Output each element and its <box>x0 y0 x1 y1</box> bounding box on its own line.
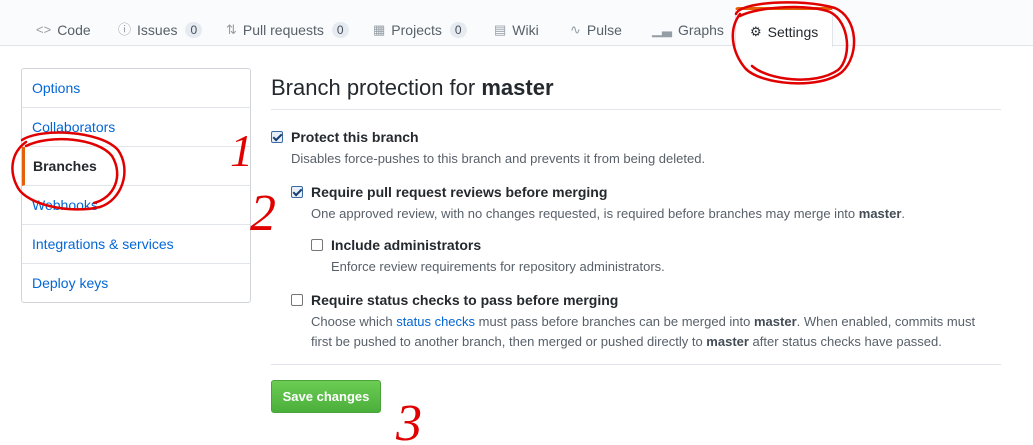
status-checks-link[interactable]: status checks <box>396 314 475 329</box>
pull-request-icon: ⇅ <box>226 22 237 37</box>
require-reviews-checkbox[interactable] <box>291 186 303 198</box>
tab-settings[interactable]: ⚙ Settings <box>735 7 834 47</box>
status-checks-option: Require status checks to pass before mer… <box>291 292 981 352</box>
include-admins-note: Enforce review requirements for reposito… <box>331 259 665 274</box>
note-text: . <box>901 206 906 221</box>
note-branch: master <box>753 314 797 329</box>
divider <box>271 364 1001 365</box>
sidebar-item-options[interactable]: Options <box>22 69 250 108</box>
note-text: after status checks have passed. <box>748 334 942 349</box>
tab-pull-requests[interactable]: ⇅ Pull requests 0 <box>226 0 349 46</box>
issue-icon: ⓘ <box>118 22 132 37</box>
annotation-number-3: 3 <box>395 395 422 445</box>
code-icon: <> <box>36 22 52 37</box>
settings-sidebar: Options Collaborators Branches Webhooks … <box>21 68 251 303</box>
tab-issues[interactable]: ⓘ Issues 0 <box>118 0 203 46</box>
project-icon: ▦ <box>373 22 386 37</box>
sidebar-item-branches[interactable]: Branches <box>22 147 250 186</box>
save-changes-button[interactable]: Save changes <box>271 380 381 413</box>
status-checks-checkbox[interactable] <box>291 294 303 306</box>
include-admins-label[interactable]: Include administrators <box>331 237 481 253</box>
annotation-number-2: 2 <box>250 185 276 242</box>
sidebar-item-deploy-keys[interactable]: Deploy keys <box>22 264 250 302</box>
tab-code[interactable]: <> Code <box>36 0 91 46</box>
tab-label: Graphs <box>678 22 724 38</box>
note-text: must pass before branches can be merged … <box>475 314 754 329</box>
tab-label: Pull requests <box>242 22 324 38</box>
tab-label: Settings <box>767 24 819 40</box>
pull-requests-counter: 0 <box>331 22 349 38</box>
require-reviews-option: Require pull request reviews before merg… <box>291 184 905 224</box>
status-checks-note: Choose which status checks must pass bef… <box>311 312 981 352</box>
include-admins-checkbox[interactable] <box>311 239 323 251</box>
protect-branch-option: Protect this branch Disables force-pushe… <box>271 129 705 169</box>
graph-icon: ▁▃ <box>652 22 672 37</box>
note-text: One approved review, with no changes req… <box>311 206 859 221</box>
require-reviews-note: One approved review, with no changes req… <box>311 204 905 224</box>
title-branch: master <box>481 75 554 100</box>
tab-graphs[interactable]: ▁▃ Graphs <box>652 0 724 46</box>
tab-label: Issues <box>137 22 178 38</box>
book-icon: ▤ <box>494 22 507 37</box>
sidebar-item-webhooks[interactable]: Webhooks <box>22 186 250 225</box>
note-text: . When enabled, commits must <box>796 314 976 329</box>
tab-label: Projects <box>391 22 442 38</box>
sidebar-item-integrations[interactable]: Integrations & services <box>22 225 250 264</box>
sidebar-item-collaborators[interactable]: Collaborators <box>22 108 250 147</box>
tab-projects[interactable]: ▦ Projects 0 <box>373 0 467 46</box>
page-title: Branch protection for master <box>271 68 1001 110</box>
protect-branch-note: Disables force-pushes to this branch and… <box>291 151 706 166</box>
pulse-icon: ∿ <box>570 22 581 37</box>
protect-branch-label[interactable]: Protect this branch <box>291 129 419 145</box>
include-admins-option: Include administrators Enforce review re… <box>311 237 665 277</box>
repo-nav: <> Code ⓘ Issues 0 ⇅ Pull requests 0 ▦ P… <box>0 0 1033 47</box>
tab-label: Pulse <box>586 22 622 38</box>
status-checks-label[interactable]: Require status checks to pass before mer… <box>311 292 618 308</box>
require-reviews-label[interactable]: Require pull request reviews before merg… <box>311 184 607 200</box>
branch-protection-panel: Branch protection for master Protect thi… <box>271 68 1001 413</box>
protect-branch-checkbox[interactable] <box>271 131 283 143</box>
tab-label: Wiki <box>512 22 539 38</box>
gear-icon: ⚙ <box>750 24 762 39</box>
note-text: first be pushed to another branch, then … <box>311 334 707 349</box>
issues-counter: 0 <box>185 22 203 38</box>
note-branch: master <box>706 334 749 349</box>
tab-pulse[interactable]: ∿ Pulse <box>570 0 622 46</box>
projects-counter: 0 <box>449 22 467 38</box>
title-prefix: Branch protection for <box>271 75 482 100</box>
tab-wiki[interactable]: ▤ Wiki <box>494 0 539 46</box>
note-branch: master <box>858 206 902 221</box>
note-text: Choose which <box>311 314 397 329</box>
tab-label: Code <box>57 22 91 38</box>
